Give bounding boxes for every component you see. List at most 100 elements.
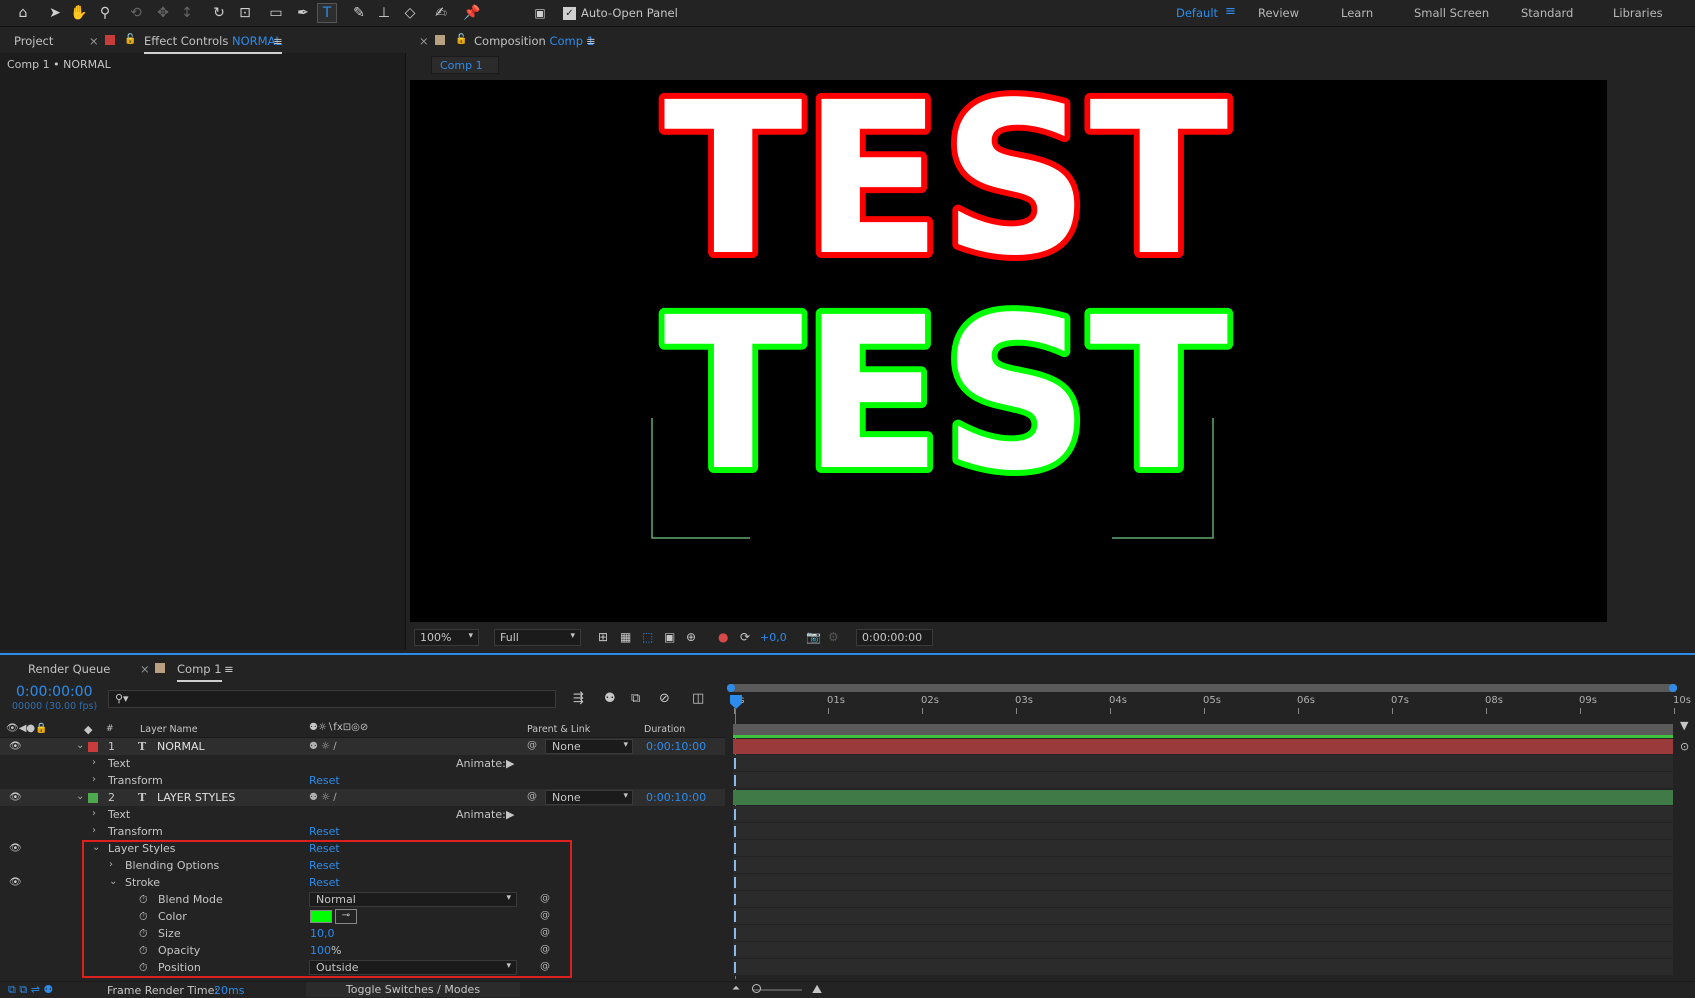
eraser-tool-icon[interactable]: ◇ xyxy=(400,3,420,23)
camera-snapshot-icon[interactable]: 📷 xyxy=(806,630,821,644)
keyframe-marker[interactable] xyxy=(734,826,736,837)
keyframe-marker[interactable] xyxy=(734,877,736,888)
close-icon[interactable]: × xyxy=(89,34,99,48)
layer-row-1[interactable]: 👁 ⌄ 1 T NORMAL ⚉ ☼ ∕ @ None ▾ 0:00:10:00 xyxy=(0,738,725,755)
tab-effect-controls[interactable]: Effect Controls NORMAL xyxy=(144,34,282,54)
work-area-bar[interactable] xyxy=(727,684,1677,692)
zoom-select[interactable]: 100% ▾ xyxy=(414,629,479,646)
roto-brush-tool-icon[interactable]: ✍ xyxy=(431,3,451,23)
workspace-small-screen[interactable]: Small Screen xyxy=(1414,6,1489,20)
zoom-in-icon[interactable]: ⛰ xyxy=(812,982,822,997)
selection-tool-icon[interactable]: ➤ xyxy=(45,3,65,23)
zoom-out-icon[interactable]: ⏶ xyxy=(732,983,740,994)
time-ruler[interactable]: 0s01s02s03s04s05s06s07s08s09s10s xyxy=(727,684,1691,722)
search-input[interactable]: ⚲▾ xyxy=(108,690,556,708)
transform-reset-link[interactable]: Reset xyxy=(309,774,340,787)
keyframe-marker[interactable] xyxy=(734,894,736,905)
keyframe-marker[interactable] xyxy=(734,928,736,939)
reset-exposure-icon[interactable]: ⟳ xyxy=(740,630,750,644)
layer-switches-icons[interactable]: ⚉ ☼ ∕ xyxy=(309,792,337,803)
layer-label-color[interactable] xyxy=(88,793,98,803)
track-row[interactable] xyxy=(733,823,1673,840)
chevron-down-icon[interactable]: ⌄ xyxy=(76,791,84,802)
visibility-eye-icon[interactable]: 👁 xyxy=(9,877,22,888)
pen-tool-icon[interactable]: ✒ xyxy=(293,3,313,23)
composition-viewer[interactable]: TEST TEST xyxy=(410,80,1607,622)
track-row[interactable] xyxy=(733,772,1673,789)
layer-name[interactable]: NORMAL xyxy=(157,740,205,753)
pan-tool-icon[interactable]: ✥ xyxy=(153,3,173,23)
comp-mini-flowchart-icon[interactable]: ⇶ xyxy=(573,691,584,706)
keyframe-marker[interactable] xyxy=(734,945,736,956)
auto-open-checkbox[interactable]: ✓ xyxy=(563,7,576,20)
pan-behind-tool-icon[interactable]: ⊡ xyxy=(235,3,255,23)
region-of-interest-icon[interactable]: ▣ xyxy=(664,630,675,644)
comp-marker-icon[interactable]: ▼ xyxy=(1680,719,1688,732)
work-area-end-handle[interactable] xyxy=(1669,684,1677,692)
puppet-pin-tool-icon[interactable]: 📌 xyxy=(462,3,482,23)
tab-render-queue[interactable]: Render Queue xyxy=(28,662,110,676)
keyframe-marker[interactable] xyxy=(734,962,736,973)
parent-select[interactable]: None ▾ xyxy=(545,739,633,754)
track-row[interactable] xyxy=(733,925,1673,942)
tab-project[interactable]: Project xyxy=(14,34,53,48)
track-row[interactable] xyxy=(733,908,1673,925)
track-row[interactable] xyxy=(733,840,1673,857)
layer-switches-icons[interactable]: ⚉ ☼ ∕ xyxy=(309,741,337,752)
property-text-row[interactable]: › Text Animate: ▶ xyxy=(0,806,725,823)
layer-2-duration-bar[interactable] xyxy=(733,790,1673,805)
track-row[interactable] xyxy=(733,942,1673,959)
chevron-right-icon[interactable]: › xyxy=(92,808,96,819)
pick-whip-icon[interactable]: @ xyxy=(527,791,537,802)
grid-guides-icon[interactable]: ⊕ xyxy=(686,630,696,644)
parent-select[interactable]: None ▾ xyxy=(545,790,633,805)
current-time-display[interactable]: 0:00:00:00 xyxy=(856,629,933,646)
keyframe-marker[interactable] xyxy=(734,758,736,769)
resolution-select[interactable]: Full ▾ xyxy=(494,629,581,646)
toggle-switches-modes-button[interactable]: Toggle Switches / Modes xyxy=(306,982,520,997)
property-text-row[interactable]: › Text Animate: ▶ xyxy=(0,755,725,772)
layer-name-header[interactable]: Layer Name xyxy=(140,724,198,735)
work-area-start-handle[interactable] xyxy=(727,684,735,692)
track-row[interactable] xyxy=(733,806,1673,823)
chevron-right-icon[interactable]: › xyxy=(92,825,96,836)
frame-blending-icon[interactable]: ⊘ xyxy=(659,691,670,706)
type-tool-icon[interactable]: T xyxy=(317,3,337,23)
layer-row-2[interactable]: 👁 ⌄ 2 T LAYER STYLES ⚉ ☼ ∕ @ None ▾ 0:00:… xyxy=(0,789,725,806)
layer-1-duration-bar[interactable] xyxy=(733,739,1673,754)
track-row[interactable] xyxy=(733,857,1673,874)
close-icon[interactable]: × xyxy=(140,662,150,676)
panel-menu-icon[interactable]: ≡ xyxy=(224,662,234,676)
dolly-tool-icon[interactable]: ↕ xyxy=(177,3,197,23)
orbit-tool-icon[interactable]: ⟲ xyxy=(126,3,146,23)
panel-menu-icon[interactable]: ≡ xyxy=(273,34,283,48)
keyframe-marker[interactable] xyxy=(734,809,736,820)
keyframe-marker[interactable] xyxy=(734,775,736,786)
workspace-menu-icon[interactable]: ≡ xyxy=(1225,4,1236,19)
home-icon[interactable]: ⌂ xyxy=(13,3,33,23)
transform-reset-link[interactable]: Reset xyxy=(309,825,340,838)
footer-toggle-icons[interactable]: ⧉ ⧉ ⇌ ⚉ xyxy=(8,983,53,997)
current-time[interactable]: 0:00:00:00 xyxy=(16,684,93,700)
mask-visibility-icon[interactable]: ⬚ xyxy=(642,630,653,644)
chevron-down-icon[interactable]: ⌄ xyxy=(76,740,84,751)
animate-menu-icon[interactable]: ▶ xyxy=(506,808,514,821)
chevron-right-icon[interactable]: › xyxy=(92,774,96,785)
tab-comp-1[interactable]: Comp 1 xyxy=(177,662,222,682)
keyframe-marker[interactable] xyxy=(734,860,736,871)
keyframe-marker[interactable] xyxy=(734,843,736,854)
hand-tool-icon[interactable]: ✋ xyxy=(69,3,89,23)
transparency-grid-icon[interactable]: ▦ xyxy=(620,630,631,644)
comp-button-icon[interactable]: ⊙ xyxy=(1680,740,1689,753)
layer-name[interactable]: LAYER STYLES xyxy=(157,791,235,804)
property-transform-row[interactable]: › Transform Reset xyxy=(0,772,725,789)
workspace-default[interactable]: Default xyxy=(1176,6,1218,20)
panel-icon[interactable]: ▣ xyxy=(530,3,550,23)
snapshot-region-icon[interactable]: ⊞ xyxy=(598,630,608,644)
close-icon[interactable]: × xyxy=(419,34,429,48)
panel-menu-icon[interactable]: ≡ xyxy=(586,34,596,48)
draft-3d-icon[interactable]: ⚉ xyxy=(604,691,616,706)
visibility-eye-icon[interactable]: 👁 xyxy=(9,792,22,803)
chevron-right-icon[interactable]: › xyxy=(92,757,96,768)
track-row[interactable] xyxy=(733,959,1673,976)
